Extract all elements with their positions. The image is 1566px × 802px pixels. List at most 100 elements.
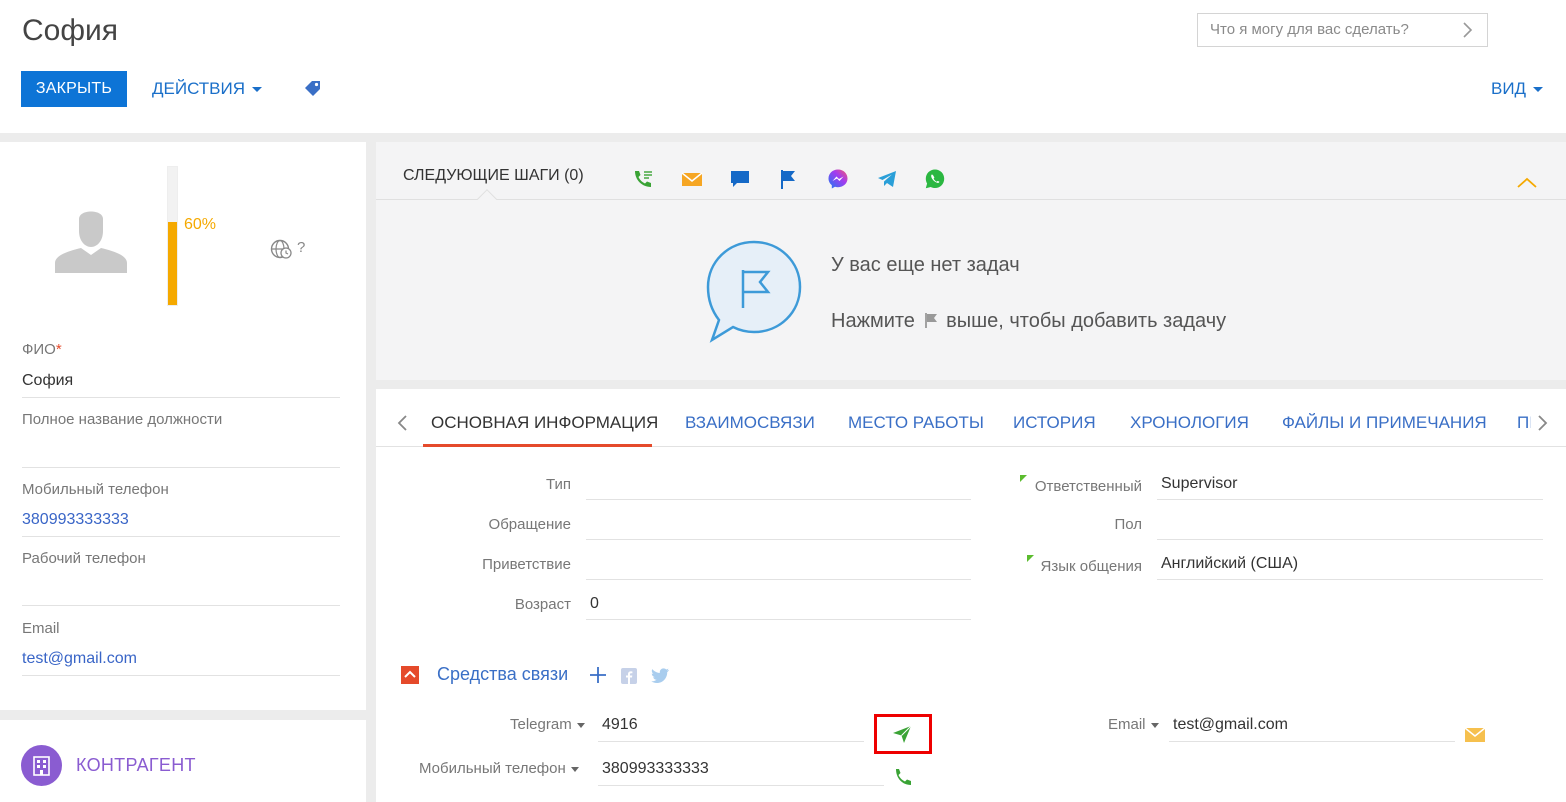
phone-call-icon[interactable] [893, 767, 913, 787]
email-label: Email [22, 620, 60, 637]
telegram-value[interactable]: 4916 [602, 716, 638, 734]
age-label: Возраст [514, 596, 571, 613]
required-marker: * [55, 341, 62, 358]
call-icon[interactable] [632, 168, 654, 190]
telegram-type-dropdown[interactable]: Telegram [510, 716, 585, 733]
field-divider [22, 397, 340, 398]
actions-label: ДЕЙСТВИЯ [152, 79, 246, 98]
add-icon[interactable] [588, 665, 608, 685]
chevron-right-icon[interactable] [1459, 21, 1475, 39]
field-divider [22, 536, 340, 537]
hint-text-before: Нажмите [831, 310, 915, 332]
chat-icon[interactable] [729, 168, 751, 190]
flag-icon [924, 313, 937, 328]
fio-label: ФИО* [22, 341, 62, 358]
gender-field[interactable] [1157, 539, 1543, 540]
mobile-phone-field [598, 785, 884, 786]
mobile-phone-label: Мобильный телефон [22, 481, 169, 498]
greeting-label: Приветствие [482, 556, 571, 573]
caret-down-icon [1533, 87, 1544, 93]
command-search[interactable] [1197, 13, 1488, 47]
empty-tasks-hint: Нажмите выше, чтобы добавить задачу [831, 310, 1226, 333]
caret-down-icon [1150, 722, 1159, 728]
work-phone-label: Рабочий телефон [22, 550, 146, 567]
tab-relationships[interactable]: ВЗАИМОСВЯЗИ [685, 413, 815, 433]
empty-tasks-title: У вас еще нет задач [831, 254, 1020, 276]
owner-field [1157, 499, 1543, 500]
salutation-label: Обращение [488, 516, 571, 533]
salutation-field[interactable] [586, 539, 971, 540]
flag-bubble-icon [706, 240, 802, 343]
gender-label: Пол [1114, 516, 1142, 533]
globe-clock-icon[interactable] [270, 238, 292, 260]
hint-text-after: выше, чтобы добавить задачу [946, 310, 1227, 332]
field-divider [22, 675, 340, 676]
greeting-field[interactable] [586, 579, 971, 580]
avatar-placeholder-icon[interactable] [55, 205, 127, 273]
search-input[interactable] [1210, 21, 1450, 38]
email-type-dropdown[interactable]: Email [1108, 716, 1159, 733]
language-value[interactable]: Английский (США) [1161, 555, 1298, 573]
fio-label-text: ФИО [22, 341, 56, 358]
facebook-icon[interactable] [621, 668, 637, 684]
actions-menu-button[interactable]: ДЕЙСТВИЯ [152, 71, 263, 107]
tab-more[interactable]: ПІ [1517, 413, 1531, 433]
profile-completeness-label: 60% [184, 216, 217, 233]
mobile-type-label: Мобильный телефон [419, 760, 566, 777]
next-steps-title[interactable]: СЛЕДУЮЩИЕ ШАГИ (0) [403, 167, 584, 185]
caret-down-icon [570, 766, 579, 772]
profile-completeness-bar [167, 166, 178, 306]
type-label: Тип [545, 476, 571, 493]
timezone-unknown: ? [297, 239, 306, 256]
chevron-left-icon[interactable] [396, 413, 410, 433]
email-value-link[interactable]: test@gmail.com [1173, 716, 1288, 734]
caret-down-icon [576, 722, 585, 728]
whatsapp-icon[interactable] [924, 168, 946, 190]
work-phone-field[interactable] [22, 605, 340, 606]
send-email-icon[interactable] [1464, 726, 1486, 744]
twitter-icon[interactable] [650, 667, 670, 685]
language-label: Язык общения [1040, 558, 1142, 575]
email-icon[interactable] [681, 168, 703, 190]
type-field[interactable] [586, 499, 971, 500]
tag-icon[interactable] [303, 79, 323, 99]
page-title: София [22, 14, 119, 47]
chevron-right-icon[interactable] [1535, 413, 1549, 433]
view-menu-button[interactable]: ВИД [1491, 71, 1544, 107]
highlight-box [874, 714, 932, 754]
fio-field[interactable]: София [22, 372, 73, 390]
view-label: ВИД [1491, 79, 1527, 98]
mobile-type-dropdown[interactable]: Мобильный телефон [419, 760, 579, 777]
communications-section-title[interactable]: Средства связи [437, 664, 568, 685]
telegram-icon[interactable] [876, 168, 898, 190]
tab-files-notes[interactable]: ФАЙЛЫ И ПРИМЕЧАНИЯ [1282, 413, 1487, 433]
active-tab-indicator [423, 444, 652, 447]
collapse-section-icon[interactable] [401, 666, 419, 684]
chevron-up-icon[interactable] [1516, 175, 1538, 189]
close-button[interactable]: ЗАКРЫТЬ [21, 71, 127, 107]
telegram-field [598, 741, 864, 742]
owner-label: Ответственный [1034, 478, 1142, 495]
job-title-field[interactable] [22, 467, 340, 468]
email-type-label: Email [1108, 716, 1146, 733]
job-title-label: Полное название должности [22, 411, 223, 428]
messenger-icon[interactable] [827, 168, 849, 190]
mobile-phone-link[interactable]: 380993333333 [22, 511, 129, 529]
tab-main-info[interactable]: ОСНОВНАЯ ИНФОРМАЦИЯ [431, 413, 658, 433]
email-field [1169, 741, 1455, 742]
language-field [1157, 579, 1543, 580]
telegram-label: Telegram [510, 716, 572, 733]
email-link[interactable]: test@gmail.com [22, 650, 137, 668]
tab-timeline[interactable]: ХРОНОЛОГИЯ [1130, 413, 1249, 433]
age-field [586, 619, 971, 620]
mobile-phone-value-link[interactable]: 380993333333 [602, 760, 709, 778]
flag-icon[interactable] [778, 168, 800, 190]
profile-completeness-fill [168, 222, 177, 305]
building-icon [21, 745, 62, 786]
account-section-label[interactable]: КОНТРАГЕНТ [76, 755, 196, 776]
age-value[interactable]: 0 [590, 595, 599, 613]
tab-history[interactable]: ИСТОРИЯ [1013, 413, 1096, 433]
tab-workplace[interactable]: МЕСТО РАБОТЫ [848, 413, 984, 433]
owner-link[interactable]: Supervisor [1161, 475, 1237, 493]
caret-down-icon [252, 87, 263, 93]
